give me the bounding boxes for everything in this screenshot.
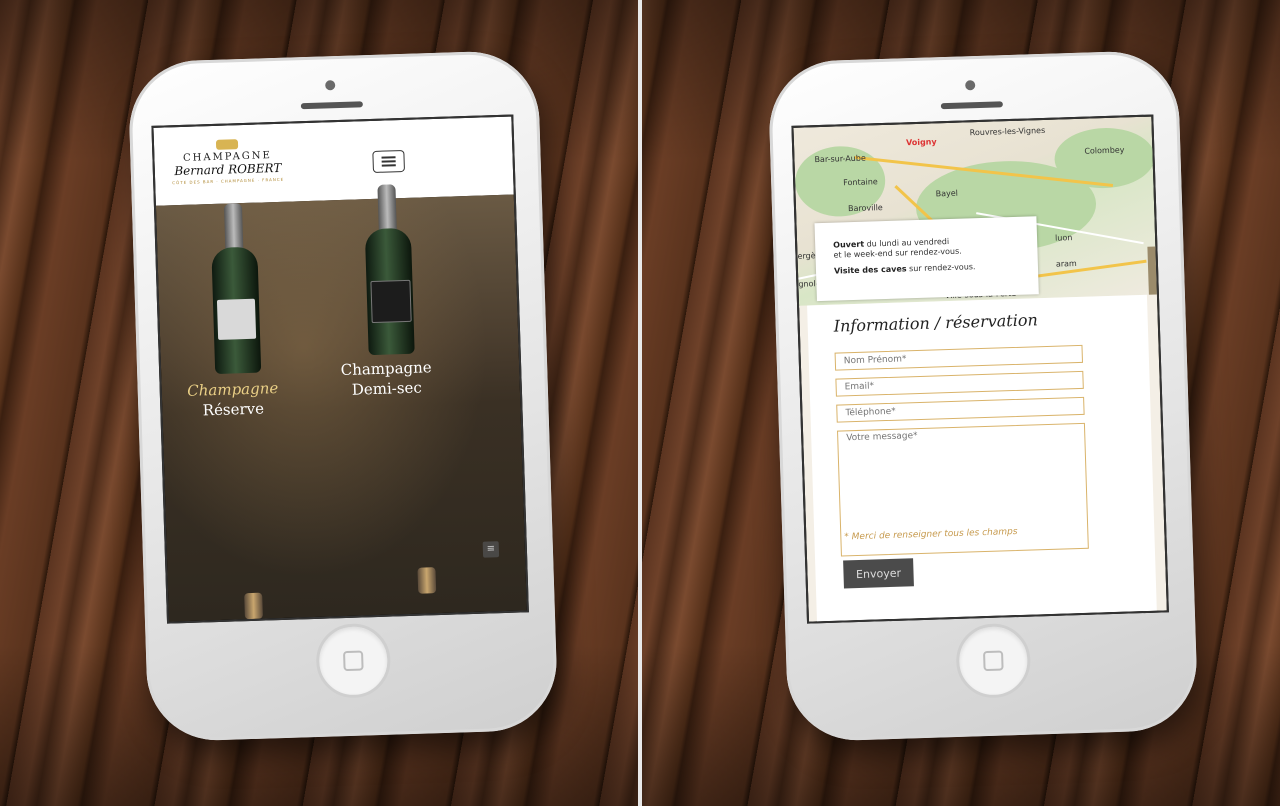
logo-sub-text: CÔTE DES BAR · CHAMPAGNE · FRANCE [172, 176, 285, 186]
product-demi-sec-line1: Champagne [340, 358, 432, 380]
form-title: Information / réservation [833, 310, 1039, 336]
opening-hours-card: Ouvert du lundi au vendredi et le week-e… [814, 216, 1039, 302]
visit-text: sur rendez-vous. [908, 262, 976, 274]
map-label-colombey: Colombey [1084, 145, 1125, 156]
email-field[interactable] [835, 370, 1084, 397]
map-label-voigny: Voigny [905, 137, 937, 148]
camera [325, 80, 336, 91]
name-field[interactable] [834, 344, 1084, 371]
phone-mockup-right: Voigny Rouvres-les-Vignes Bar-sur-Aube C… [767, 49, 1199, 743]
map-label-bayel: Bayel [935, 188, 959, 199]
map-label-baroville: Baroville [847, 203, 883, 214]
logo-name-text: Bernard ROBERT [174, 160, 282, 179]
map-label-partial: luon [1054, 233, 1073, 243]
phone-mockup-left: CHAMPAGNE Bernard ROBERT CÔTE DES BAR · … [127, 49, 559, 743]
bottle-reserve[interactable] [210, 203, 262, 375]
send-button[interactable]: Envoyer [843, 558, 914, 589]
location-map[interactable]: Voigny Rouvres-les-Vignes Bar-sur-Aube C… [793, 116, 1157, 308]
phone-field[interactable] [836, 396, 1085, 423]
product-demi-sec[interactable]: Champagne Demi-sec [321, 357, 452, 401]
bottle-thumbnail[interactable] [417, 567, 437, 594]
home-button [955, 622, 1032, 699]
contact-form: Information / réservation * Merci de ren… [807, 294, 1157, 622]
hero-cellar: Champagne Réserve Champagne Demi-sec ≡ [155, 184, 527, 622]
map-label-rouvres: Rouvres-les-Vignes [969, 125, 1046, 138]
speaker [940, 101, 1003, 110]
phone-screen-home: CHAMPAGNE Bernard ROBERT CÔTE DES BAR · … [151, 114, 529, 624]
bottle-demi-sec[interactable] [363, 184, 415, 356]
site-header: CHAMPAGNE Bernard ROBERT CÔTE DES BAR · … [153, 116, 514, 206]
open-label: Ouvert [833, 239, 865, 250]
visit-label: Visite des caves [833, 264, 907, 276]
camera [965, 80, 976, 91]
bottle-thumbnail[interactable] [244, 592, 263, 620]
map-label-bar-sur-aube: Bar-sur-Aube [814, 153, 866, 165]
home-button [315, 622, 392, 699]
map-label-fontaine: Fontaine [843, 177, 878, 188]
panel-divider [638, 0, 642, 806]
map-label-partial: aram [1055, 258, 1077, 269]
site-logo[interactable]: CHAMPAGNE Bernard ROBERT CÔTE DES BAR · … [168, 138, 288, 200]
crest-icon [215, 139, 239, 150]
phone-screen-contact: Voigny Rouvres-les-Vignes Bar-sur-Aube C… [791, 114, 1169, 624]
speaker [300, 101, 363, 110]
form-section: Information / réservation * Merci de ren… [799, 294, 1167, 622]
product-demi-sec-line2: Demi-sec [351, 378, 423, 399]
product-reserve[interactable]: Champagne Réserve [167, 377, 298, 421]
menu-icon[interactable] [372, 149, 405, 173]
product-reserve-line2: Réserve [202, 399, 265, 420]
product-reserve-line1: Champagne [186, 379, 279, 400]
scroll-top-icon[interactable]: ≡ [482, 541, 500, 558]
